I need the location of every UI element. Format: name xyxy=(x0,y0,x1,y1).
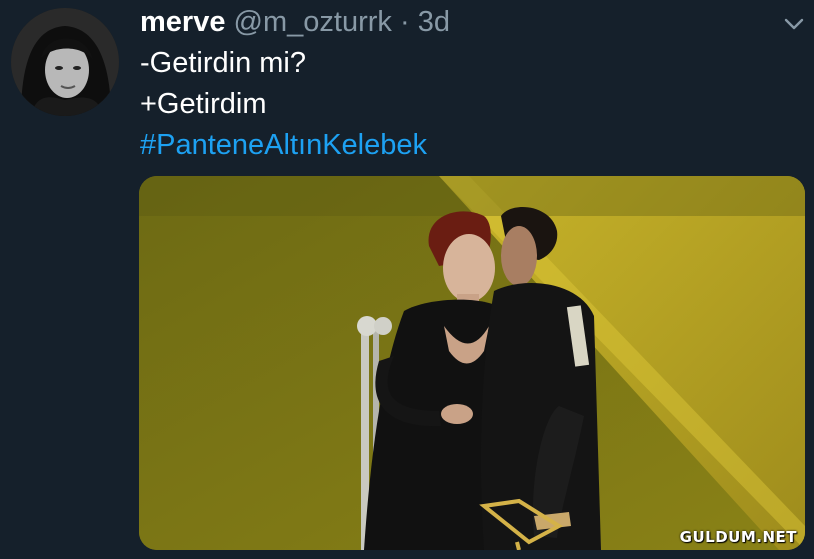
avatar[interactable] xyxy=(11,8,119,116)
timestamp[interactable]: 3d xyxy=(418,6,450,38)
tweet-text-line: -Getirdin mi? xyxy=(140,47,306,79)
hashtag-link[interactable]: #PanteneAltınKelebek xyxy=(140,127,427,163)
tweet-header: merve @m_ozturrk · 3d xyxy=(140,4,450,40)
watermark-text: GULDUM.NET xyxy=(679,528,797,546)
display-name[interactable]: merve xyxy=(140,6,225,38)
ceremony-photo xyxy=(139,176,805,550)
separator-dot: · xyxy=(399,6,410,38)
tweet-media-image[interactable]: GULDUM.NET xyxy=(139,176,805,550)
user-handle[interactable]: @m_ozturrk xyxy=(234,6,392,38)
tweet: merve @m_ozturrk · 3d -Getirdin mi? +Get… xyxy=(0,0,814,559)
tweet-text-line: +Getirdim xyxy=(140,88,267,120)
chevron-down-icon[interactable] xyxy=(782,14,806,34)
avatar-image xyxy=(11,8,119,116)
